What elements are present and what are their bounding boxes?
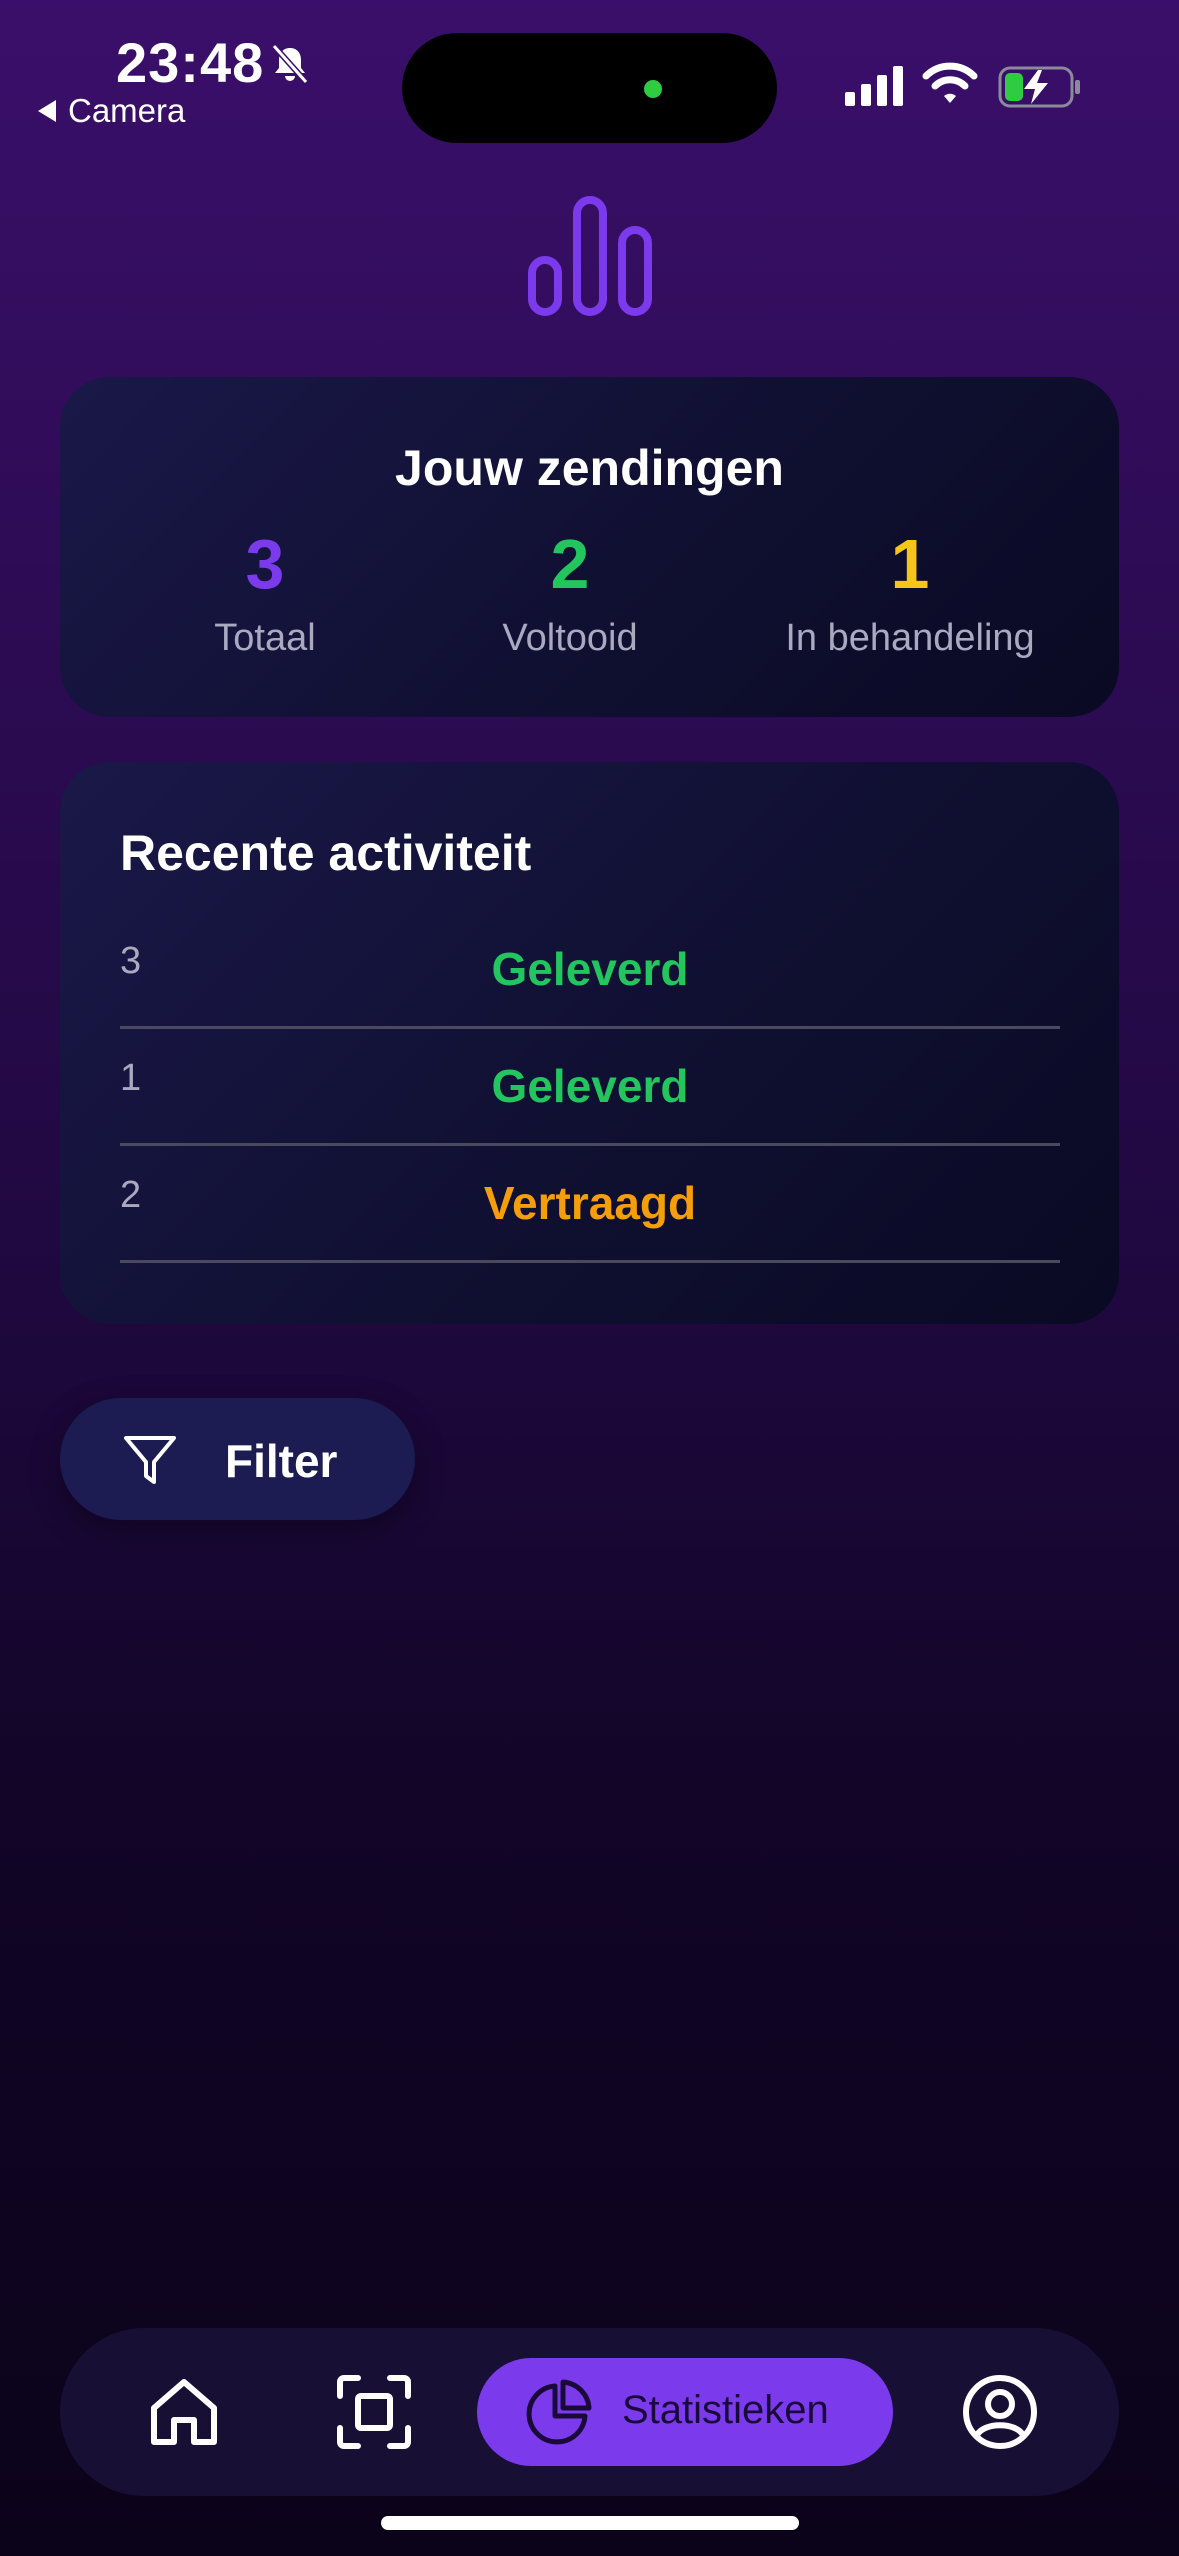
- nav-statistics-label: Statistieken: [622, 2388, 829, 2432]
- activity-row[interactable]: 2 Vertraagd: [120, 1146, 1060, 1263]
- filter-button[interactable]: Filter: [60, 1398, 415, 1520]
- stat-in-progress-value: 1: [890, 525, 930, 603]
- back-arrow-icon: [38, 100, 56, 122]
- bar-chart-icon: [528, 196, 652, 316]
- stat-total-label: Totaal: [214, 617, 316, 659]
- activity-title: Recente activiteit: [120, 825, 532, 881]
- stat-completed-label: Voltooid: [502, 617, 638, 659]
- stat-in-progress: 1 In behandeling: [730, 529, 1090, 660]
- filter-icon: [124, 1436, 176, 1484]
- activity-status: Geleverd: [491, 1060, 689, 1112]
- activity-row[interactable]: 1 Geleverd: [120, 1029, 1060, 1146]
- back-label: Camera: [68, 92, 186, 129]
- profile-icon[interactable]: [960, 2372, 1040, 2452]
- back-to-camera-link[interactable]: Camera: [38, 92, 185, 130]
- wifi-icon: [922, 62, 978, 103]
- camera-active-indicator: [644, 80, 662, 98]
- stat-completed-value: 2: [550, 525, 590, 603]
- bell-slash-icon: [271, 44, 309, 84]
- nav-statistics-tab[interactable]: Statistieken: [477, 2358, 893, 2466]
- pie-chart-icon: [526, 2379, 592, 2445]
- bottom-nav: Statistieken: [60, 2328, 1119, 2496]
- stat-completed: 2 Voltooid: [450, 529, 690, 660]
- signal-icon: [845, 66, 903, 106]
- recent-activity-card: Recente activiteit 3 Geleverd 1 Geleverd…: [60, 762, 1119, 1324]
- stat-total: 3 Totaal: [150, 529, 380, 660]
- stat-in-progress-label: In behandeling: [785, 617, 1035, 659]
- filter-label: Filter: [225, 1435, 338, 1487]
- scan-icon[interactable]: [334, 2372, 414, 2452]
- dynamic-island: [402, 33, 777, 143]
- summary-title: Jouw zendingen: [395, 440, 784, 496]
- activity-status: Vertraagd: [483, 1177, 697, 1229]
- shipments-summary-card: Jouw zendingen 3 Totaal 2 Voltooid 1 In …: [60, 377, 1119, 717]
- home-icon[interactable]: [144, 2372, 224, 2452]
- activity-list: 3 Geleverd 1 Geleverd 2 Vertraagd: [120, 912, 1060, 1263]
- activity-row[interactable]: 3 Geleverd: [120, 912, 1060, 1029]
- battery-charging-icon: [998, 66, 1080, 108]
- activity-status: Geleverd: [491, 943, 689, 995]
- stat-total-value: 3: [245, 525, 285, 603]
- status-time: 23:48: [116, 31, 265, 94]
- home-indicator[interactable]: [381, 2516, 799, 2530]
